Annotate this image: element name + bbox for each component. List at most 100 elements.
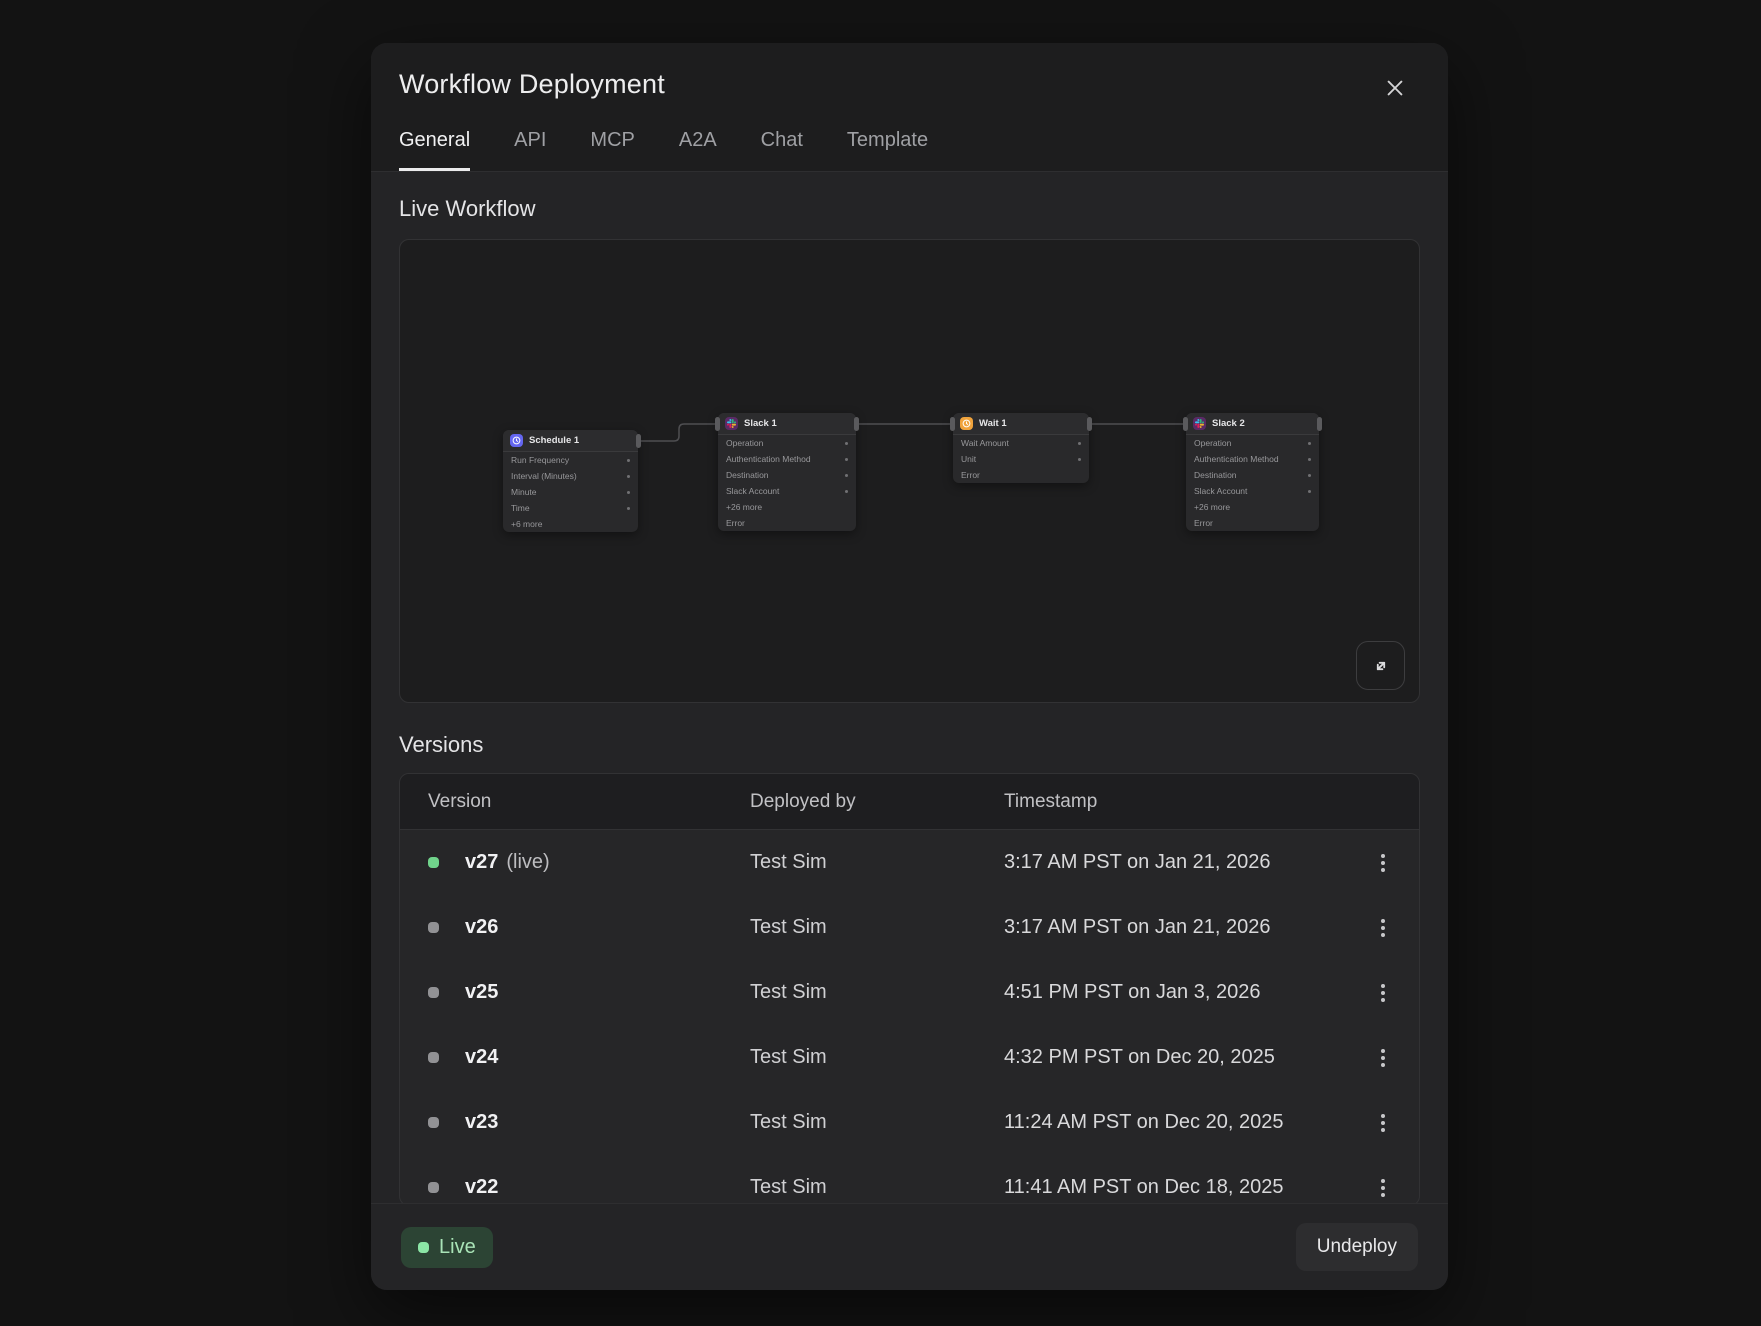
- timestamp-cell: 11:41 AM PST on Dec 18, 2025: [1004, 1176, 1347, 1199]
- versions-table: Version Deployed by Timestamp v27(live) T…: [399, 773, 1420, 1206]
- node-field-label: Operation: [1194, 438, 1231, 448]
- field-port-icon[interactable]: [627, 459, 630, 462]
- modal-title: Workflow Deployment: [399, 69, 665, 100]
- workflow-node-slack-2[interactable]: Slack 2OperationAuthentication MethodDes…: [1186, 413, 1319, 531]
- row-menu-button[interactable]: [1375, 848, 1391, 878]
- node-field: +26 more: [1186, 499, 1319, 515]
- row-menu-button[interactable]: [1375, 1108, 1391, 1138]
- version-cell: v22: [428, 1176, 750, 1199]
- field-port-icon[interactable]: [1078, 458, 1081, 461]
- version-row-v25: v25Test Sim4:51 PM PST on Jan 3, 2026: [400, 960, 1419, 1025]
- versions-table-header: Version Deployed by Timestamp: [400, 774, 1419, 830]
- workflow-node-schedule-1[interactable]: Schedule 1 Run Frequency Interval (Minutes…: [503, 430, 638, 532]
- field-port-icon[interactable]: [845, 458, 848, 461]
- undeploy-button[interactable]: Undeploy: [1296, 1223, 1418, 1271]
- node-field-label: Error: [726, 518, 745, 528]
- workflow-preview-canvas[interactable]: Schedule 1 Run Frequency Interval (Minutes…: [399, 239, 1420, 703]
- node-field: Error: [953, 467, 1089, 483]
- expand-icon: [1370, 655, 1392, 677]
- node-field: Time: [503, 500, 638, 516]
- close-button[interactable]: [1378, 71, 1412, 105]
- node-field: Slack Account: [1186, 483, 1319, 499]
- node-field-label: Authentication Method: [726, 454, 811, 464]
- workflow-node-slack-1[interactable]: Slack 1OperationAuthentication MethodDes…: [718, 413, 856, 531]
- node-field-label: Slack Account: [1194, 486, 1247, 496]
- input-handle[interactable]: [1183, 417, 1188, 431]
- wait-icon: [960, 417, 973, 430]
- output-handle[interactable]: [1317, 417, 1322, 431]
- output-handle[interactable]: [854, 417, 859, 431]
- node-field: Error: [718, 515, 856, 531]
- version-label: v27(live): [465, 851, 550, 874]
- field-port-icon[interactable]: [627, 475, 630, 478]
- output-handle[interactable]: [1087, 417, 1092, 431]
- version-dot-icon: [428, 1182, 439, 1193]
- slack-icon: [725, 417, 738, 430]
- tab-general[interactable]: General: [399, 129, 470, 171]
- node-field-label: Run Frequency: [511, 455, 569, 465]
- node-header: Wait 1: [953, 413, 1089, 435]
- field-port-icon[interactable]: [845, 442, 848, 445]
- field-port-icon[interactable]: [1308, 442, 1311, 445]
- version-label: v23: [465, 1111, 498, 1134]
- tab-template[interactable]: Template: [847, 129, 928, 171]
- node-title: Wait 1: [979, 418, 1007, 429]
- node-field-label: Error: [961, 470, 980, 480]
- tab-mcp[interactable]: MCP: [590, 129, 634, 171]
- slack-icon: [1193, 417, 1206, 430]
- node-field-label: Destination: [726, 470, 769, 480]
- deployed-by-cell: Test Sim: [750, 981, 1004, 1004]
- close-icon: [1384, 77, 1406, 99]
- row-menu-button[interactable]: [1375, 1043, 1391, 1073]
- expand-workflow-button[interactable]: [1356, 641, 1405, 690]
- tab-api[interactable]: API: [514, 129, 546, 171]
- column-header-deployed-by: Deployed by: [750, 791, 1004, 813]
- node-field-label: Time: [511, 503, 530, 513]
- node-field-label: +6 more: [511, 519, 542, 529]
- node-field: Run Frequency: [503, 452, 638, 468]
- node-field-label: Minute: [511, 487, 537, 497]
- field-port-icon[interactable]: [627, 507, 630, 510]
- node-field: Error: [1186, 515, 1319, 531]
- column-header-timestamp: Timestamp: [1004, 791, 1347, 813]
- tab-a2a[interactable]: A2A: [679, 129, 717, 171]
- timestamp-cell: 3:17 AM PST on Jan 21, 2026: [1004, 916, 1347, 939]
- node-field: Slack Account: [718, 483, 856, 499]
- node-field-label: Interval (Minutes): [511, 471, 577, 481]
- field-port-icon[interactable]: [1308, 490, 1311, 493]
- live-workflow-heading: Live Workflow: [399, 196, 1420, 222]
- field-port-icon[interactable]: [845, 490, 848, 493]
- modal-footer: Live Undeploy: [371, 1203, 1448, 1290]
- row-menu-button[interactable]: [1375, 1173, 1391, 1203]
- modal-body: Live Workflow Schedule 1 Run Frequency Int…: [371, 196, 1448, 1206]
- workflow-node-wait-1[interactable]: Wait 1Wait AmountUnitError: [953, 413, 1089, 483]
- version-row-v26: v26Test Sim3:17 AM PST on Jan 21, 2026: [400, 895, 1419, 960]
- version-label: v25: [465, 981, 498, 1004]
- schedule-icon: [510, 434, 523, 447]
- node-title: Schedule 1: [529, 435, 579, 446]
- field-port-icon[interactable]: [1078, 442, 1081, 445]
- node-header: Schedule 1: [503, 430, 638, 452]
- input-handle[interactable]: [950, 417, 955, 431]
- version-row-v22: v22Test Sim11:41 AM PST on Dec 18, 2025: [400, 1155, 1419, 1206]
- row-menu-button[interactable]: [1375, 978, 1391, 1008]
- tab-bar: General API MCP A2A Chat Template: [399, 129, 1420, 171]
- node-field: Interval (Minutes): [503, 468, 638, 484]
- deployed-by-cell: Test Sim: [750, 851, 1004, 874]
- tab-chat[interactable]: Chat: [761, 129, 803, 171]
- node-field-label: +26 more: [726, 502, 762, 512]
- timestamp-cell: 11:24 AM PST on Dec 20, 2025: [1004, 1111, 1347, 1134]
- field-port-icon[interactable]: [1308, 474, 1311, 477]
- output-handle[interactable]: [636, 434, 641, 448]
- version-dot-icon: [428, 1052, 439, 1063]
- node-header: Slack 1: [718, 413, 856, 435]
- field-port-icon[interactable]: [845, 474, 848, 477]
- field-port-icon[interactable]: [627, 491, 630, 494]
- node-field: Destination: [718, 467, 856, 483]
- input-handle[interactable]: [715, 417, 720, 431]
- live-status-badge: Live: [401, 1227, 493, 1268]
- version-dot-icon: [428, 922, 439, 933]
- node-field: Unit: [953, 451, 1089, 467]
- row-menu-button[interactable]: [1375, 913, 1391, 943]
- field-port-icon[interactable]: [1308, 458, 1311, 461]
